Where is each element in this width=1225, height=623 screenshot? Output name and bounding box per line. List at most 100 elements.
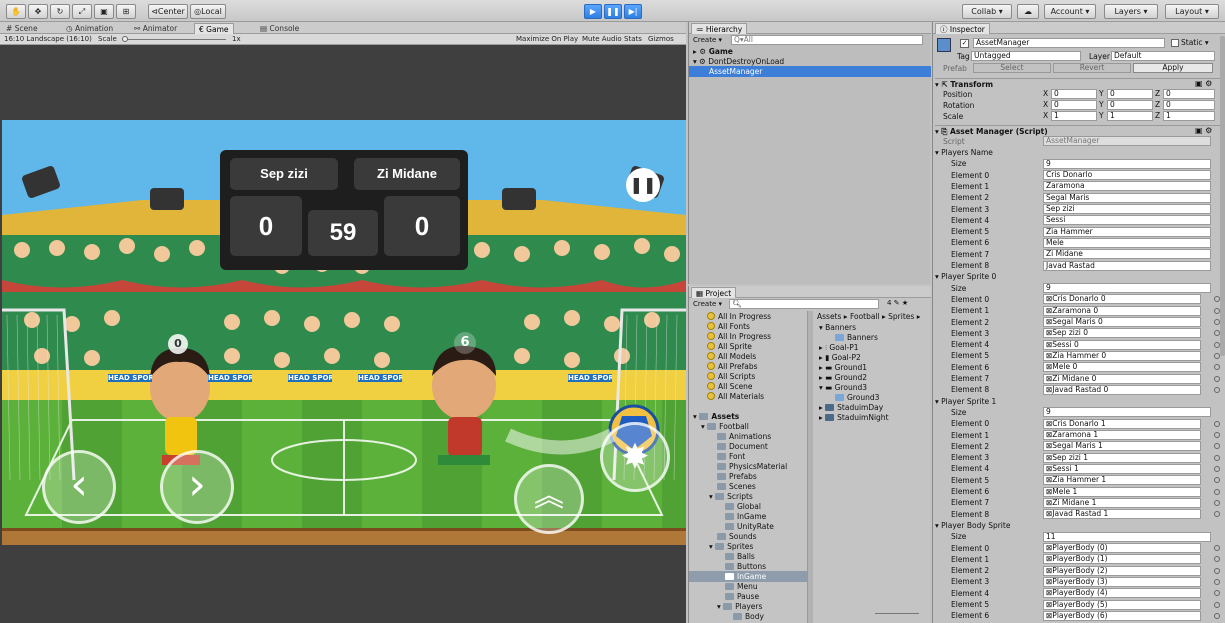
object-picker-icon[interactable] (1214, 511, 1220, 518)
kick-button[interactable]: ✸ (600, 422, 670, 492)
jump-button[interactable]: ︽ (514, 464, 584, 534)
object-picker-icon[interactable] (1214, 567, 1220, 574)
object-picker-icon[interactable] (1214, 432, 1220, 438)
object-picker-icon[interactable] (1214, 488, 1220, 495)
array-element-field[interactable]: ⊠PlayerBody (3) (1043, 576, 1201, 587)
scale-slider[interactable] (122, 39, 226, 40)
array-size-field[interactable]: 9 (1043, 407, 1211, 418)
rotate-tool-button[interactable]: ↻ (50, 4, 70, 19)
gizmos-dropdown[interactable]: Gizmos (648, 34, 674, 44)
tree-item[interactable]: Body (733, 611, 764, 622)
array-element-field[interactable]: ⊠Javad Rastad 0 (1043, 384, 1201, 395)
array-element-field[interactable]: ⊠Segal Maris 1 (1043, 441, 1201, 452)
aspect-dropdown[interactable]: 16:10 Landscape (16:10) (4, 34, 92, 44)
array-element-field[interactable]: Zia Hammer (1043, 226, 1211, 237)
hierarchy-create-button[interactable]: Create ▾ (693, 35, 729, 45)
array-element-field[interactable]: Javad Rastad (1043, 260, 1211, 271)
object-picker-icon[interactable] (1214, 465, 1220, 472)
prefab-select-button[interactable]: Select (973, 63, 1051, 73)
array-size-field[interactable]: 9 (1043, 283, 1211, 294)
array-size-field[interactable]: 11 (1043, 531, 1211, 542)
array-element-field[interactable]: ⊠Sep zizi 0 (1043, 328, 1201, 339)
object-picker-icon[interactable] (1214, 477, 1220, 484)
favorite-item[interactable]: All Materials (707, 391, 764, 402)
mute-toggle[interactable]: Mute Audio (582, 34, 622, 44)
active-checkbox[interactable]: ✓ (960, 39, 969, 48)
tab-inspector[interactable]: ⓘ Inspector (935, 23, 990, 34)
project-search-input[interactable]: 🔍︎ (729, 299, 879, 309)
array-element-field[interactable]: Zi Midane (1043, 249, 1211, 260)
position-x-field[interactable]: 0 (1051, 89, 1097, 99)
object-picker-icon[interactable] (1214, 545, 1220, 551)
array-element-field[interactable]: ⊠Sessi 1 (1043, 463, 1201, 474)
prefab-apply-button[interactable]: Apply (1133, 63, 1213, 73)
array-element-field[interactable]: ⊠PlayerBody (4) (1043, 588, 1201, 599)
move-tool-button[interactable]: ✥ (28, 4, 48, 19)
array-element-field[interactable]: ⊠Cris Donarlo 1 (1043, 418, 1201, 429)
scale-y-field[interactable]: 1 (1107, 111, 1153, 121)
object-picker-icon[interactable] (1214, 364, 1220, 371)
scale-x-field[interactable]: 1 (1051, 111, 1097, 121)
array-header-sprite1[interactable]: ▾ Player Sprite 1 (935, 396, 996, 407)
array-element-field[interactable]: Sessi (1043, 215, 1211, 226)
hand-tool-button[interactable]: ✋ (6, 4, 26, 19)
icon-size-slider[interactable] (875, 613, 919, 614)
pause-button[interactable]: ❚❚ (604, 4, 622, 19)
layout-button[interactable]: Layout ▾ (1165, 4, 1219, 19)
array-element-field[interactable]: ⊠Segal Maris 0 (1043, 317, 1201, 327)
array-element-field[interactable]: ⊠Zi Midane 1 (1043, 497, 1201, 508)
object-picker-icon[interactable] (1214, 601, 1220, 608)
object-picker-icon[interactable] (1214, 590, 1220, 597)
array-element-field[interactable]: ⊠Zia Hammer 1 (1043, 475, 1201, 486)
maximize-toggle[interactable]: Maximize On Play (516, 34, 578, 44)
array-element-field[interactable]: ⊠Mele 0 (1043, 362, 1201, 373)
tree-scrollbar[interactable] (807, 311, 813, 623)
array-element-field[interactable]: Segal Maris (1043, 192, 1211, 203)
object-picker-icon[interactable] (1214, 420, 1220, 427)
position-z-field[interactable]: 0 (1163, 89, 1215, 99)
static-checkbox[interactable] (1171, 39, 1179, 47)
layer-dropdown[interactable]: Default (1111, 51, 1215, 61)
array-element-field[interactable]: ⊠PlayerBody (1) (1043, 554, 1201, 565)
game-canvas[interactable]: Sep zizi Zi Midane 0 59 0 ❚❚ 0 6 HEAD SP… (2, 120, 686, 545)
stats-toggle[interactable]: Stats (624, 34, 642, 44)
script-reference-field[interactable]: AssetManager (1043, 136, 1211, 146)
tab-project[interactable]: ▦ Project (691, 287, 737, 298)
component-settings-icon[interactable]: ▣ ⚙ (1195, 126, 1212, 135)
tab-console[interactable]: ▤ Console (256, 23, 303, 34)
tab-animation[interactable]: ◷ Animation (62, 23, 117, 34)
layers-button[interactable]: Layers ▾ (1104, 4, 1158, 19)
object-picker-icon[interactable] (1214, 499, 1220, 506)
object-picker-icon[interactable] (1214, 386, 1220, 393)
array-element-field[interactable]: Sep zizi (1043, 204, 1211, 214)
inspector-scrollbar[interactable] (1220, 36, 1225, 356)
object-picker-icon[interactable] (1214, 556, 1220, 563)
script-component-header[interactable]: ▾ ⎘ Asset Manager (Script) (935, 125, 1225, 136)
object-picker-icon[interactable] (1214, 443, 1220, 450)
rotation-z-field[interactable]: 0 (1163, 100, 1215, 110)
collab-button[interactable]: Collab ▾ (962, 4, 1012, 19)
array-element-field[interactable]: Cris Donarlo (1043, 170, 1211, 181)
transform-header[interactable]: ▾ ⇱ Transform (935, 78, 1225, 89)
project-create-button[interactable]: Create ▾ (693, 299, 729, 309)
scale-slider-thumb[interactable] (122, 36, 128, 42)
component-settings-icon[interactable]: ▣ ⚙ (1195, 79, 1212, 88)
array-header-sprite0[interactable]: ▾ Player Sprite 0 (935, 271, 996, 282)
array-element-field[interactable]: ⊠PlayerBody (2) (1043, 565, 1201, 576)
object-picker-icon[interactable] (1214, 375, 1220, 382)
array-header-players_name[interactable]: ▾ Players Name (935, 147, 993, 158)
array-element-field[interactable]: ⊠Zaramona 1 (1043, 430, 1201, 440)
account-button[interactable]: Account ▾ (1044, 4, 1096, 19)
step-button[interactable]: ▶| (624, 4, 642, 19)
tab-animator[interactable]: ⚯ Animator (130, 23, 181, 34)
asset-breadcrumb[interactable]: Assets ▸ Football ▸ Sprites ▸ (817, 311, 920, 322)
play-button[interactable]: ▶ (584, 4, 602, 19)
array-element-field[interactable]: ⊠Cris Donarlo 0 (1043, 294, 1201, 305)
hierarchy-search-input[interactable]: Q▾All (731, 35, 923, 45)
pivot-center-button[interactable]: ⊲Center (148, 4, 188, 19)
position-y-field[interactable]: 0 (1107, 89, 1153, 99)
array-header-body[interactable]: ▾ Player Body Sprite (935, 520, 1010, 531)
pivot-local-button[interactable]: ◎Local (190, 4, 226, 19)
hierarchy-item-assetmanager[interactable]: AssetManager (689, 66, 931, 77)
array-element-field[interactable]: ⊠Sep zizi 1 (1043, 452, 1201, 463)
